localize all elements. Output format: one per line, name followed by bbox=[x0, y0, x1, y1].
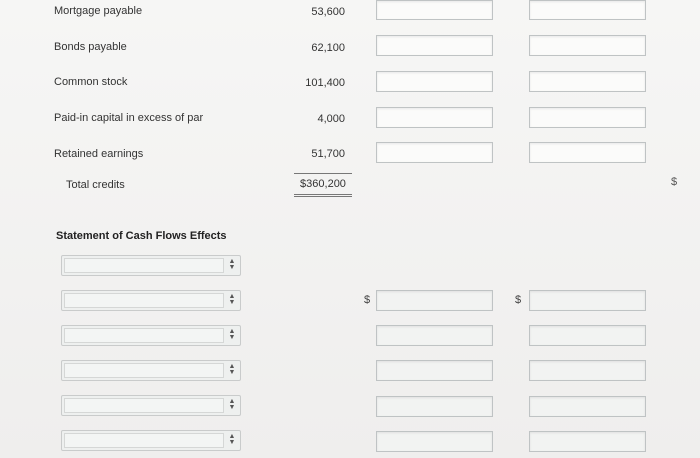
cash-flows-input-a-2[interactable] bbox=[376, 290, 493, 311]
debit-input-bonds-payable[interactable] bbox=[376, 35, 493, 56]
select-field bbox=[64, 398, 224, 413]
cash-flows-dollar-1: $ bbox=[364, 294, 371, 306]
debit-input-paid-in-capital[interactable] bbox=[376, 107, 493, 128]
row-label-retained-earnings: Retained earnings bbox=[54, 148, 144, 160]
worksheet-panel: Mortgage payable 53,600 Bonds payable 62… bbox=[0, 0, 700, 458]
select-field bbox=[64, 293, 224, 308]
credit-input-mortgage-payable[interactable] bbox=[529, 0, 646, 20]
updown-arrows-icon: ▲ ▼ bbox=[228, 363, 236, 376]
cash-flows-select-6[interactable]: ▲ ▼ bbox=[61, 430, 241, 451]
cash-flows-dollar-2: $ bbox=[515, 294, 522, 306]
cash-flows-select-5[interactable]: ▲ ▼ bbox=[61, 395, 241, 416]
cash-flows-select-2[interactable]: ▲ ▼ bbox=[61, 290, 241, 311]
updown-arrows-icon: ▲ ▼ bbox=[228, 433, 236, 446]
cash-flows-select-1[interactable]: ▲ ▼ bbox=[61, 255, 241, 276]
credit-input-retained-earnings[interactable] bbox=[529, 142, 646, 163]
select-field bbox=[64, 363, 224, 378]
updown-arrows-icon: ▲ ▼ bbox=[228, 293, 236, 306]
debit-input-retained-earnings[interactable] bbox=[376, 142, 493, 163]
row-label-bonds-payable: Bonds payable bbox=[54, 41, 127, 53]
row-amount-bonds-payable: 62,100 bbox=[311, 42, 345, 54]
updown-arrows-icon: ▲ ▼ bbox=[228, 398, 236, 411]
updown-arrows-icon: ▲ ▼ bbox=[228, 328, 236, 341]
credit-input-common-stock[interactable] bbox=[529, 71, 646, 92]
cash-flows-heading: Statement of Cash Flows Effects bbox=[56, 230, 227, 242]
updown-arrows-icon: ▲ ▼ bbox=[228, 258, 236, 271]
cash-flows-select-4[interactable]: ▲ ▼ bbox=[61, 360, 241, 381]
cash-flows-input-b-4[interactable] bbox=[529, 360, 646, 381]
row-amount-retained-earnings: 51,700 bbox=[311, 148, 345, 160]
cash-flows-input-b-5[interactable] bbox=[529, 396, 646, 417]
cash-flows-input-a-5[interactable] bbox=[376, 396, 493, 417]
debit-input-mortgage-payable[interactable] bbox=[376, 0, 493, 20]
cash-flows-input-b-6[interactable] bbox=[529, 431, 646, 452]
select-field bbox=[64, 433, 224, 448]
cash-flows-select-3[interactable]: ▲ ▼ bbox=[61, 325, 241, 346]
row-amount-mortgage-payable: 53,600 bbox=[311, 6, 345, 18]
credit-input-bonds-payable[interactable] bbox=[529, 35, 646, 56]
select-field bbox=[64, 258, 224, 273]
select-field bbox=[64, 328, 224, 343]
total-credits-amount: $360,200 bbox=[294, 173, 352, 197]
cash-flows-input-b-2[interactable] bbox=[529, 290, 646, 311]
row-label-paid-in-capital: Paid-in capital in excess of par bbox=[54, 112, 204, 124]
cash-flows-input-a-3[interactable] bbox=[376, 325, 493, 346]
total-credits-dollar-edge: $ bbox=[671, 176, 678, 188]
row-amount-paid-in-capital: 4,000 bbox=[317, 113, 345, 125]
row-label-common-stock: Common stock bbox=[54, 76, 128, 88]
cash-flows-input-a-4[interactable] bbox=[376, 360, 493, 381]
row-amount-common-stock: 101,400 bbox=[305, 77, 345, 89]
debit-input-common-stock[interactable] bbox=[376, 71, 493, 92]
credit-input-paid-in-capital[interactable] bbox=[529, 107, 646, 128]
total-credits-label: Total credits bbox=[66, 179, 125, 191]
row-label-mortgage-payable: Mortgage payable bbox=[54, 5, 143, 17]
cash-flows-input-a-6[interactable] bbox=[376, 431, 493, 452]
cash-flows-input-b-3[interactable] bbox=[529, 325, 646, 346]
